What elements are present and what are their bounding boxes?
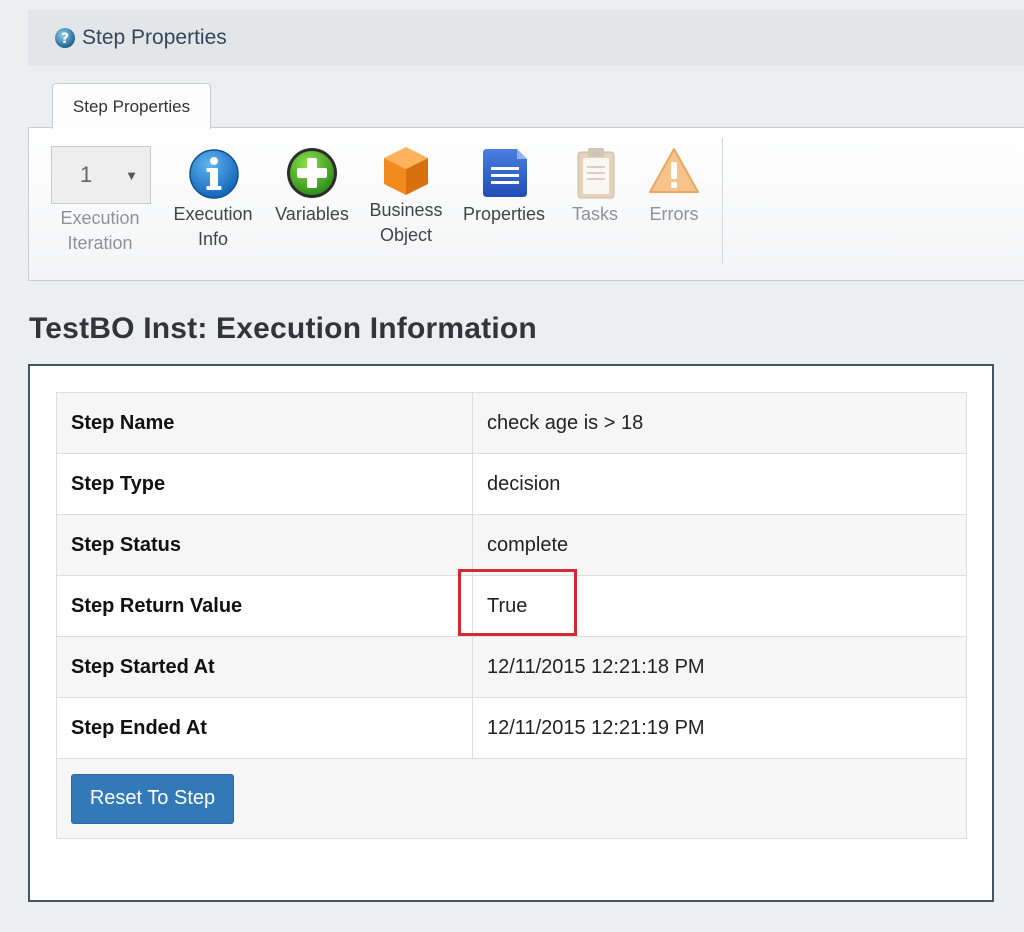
table-row: Step Type decision [56, 453, 967, 515]
table-row: Step Name check age is > 18 [56, 392, 967, 454]
help-globe-icon[interactable]: ? [54, 27, 76, 49]
variables-label: Variables [275, 204, 349, 224]
page-title: TestBO Inst: Execution Information [29, 312, 537, 345]
row-value: check age is > 18 [472, 392, 967, 454]
ribbon-toolbar: 1 ▼ Execution Iteration Execution Info V… [28, 127, 1024, 281]
table-row: Step Return Value True [56, 575, 967, 637]
tab-label: Step Properties [72, 96, 191, 116]
business-object-label: Business Object [369, 200, 443, 245]
row-value: decision [472, 453, 967, 515]
cube-icon [384, 147, 428, 195]
table-row: Step Ended At 12/11/2015 12:21:19 PM [56, 697, 967, 759]
action-row: Reset To Step [56, 758, 967, 839]
info-icon [189, 149, 239, 199]
row-label: Step Status [56, 514, 473, 576]
errors-label: Errors [649, 204, 699, 224]
table-row: Step Started At 12/11/2015 12:21:18 PM [56, 636, 967, 698]
iteration-label: Execution Iteration [60, 208, 140, 253]
action-cell: Reset To Step [56, 758, 967, 839]
row-label: Step Return Value [56, 575, 473, 637]
execution-info-table: Step Name check age is > 18 Step Type de… [56, 392, 967, 839]
row-label: Step Ended At [56, 697, 473, 759]
svg-text:?: ? [61, 31, 69, 47]
row-value: complete [472, 514, 967, 576]
row-label: Step Type [56, 453, 473, 515]
header-bar: ? Step Properties [28, 10, 1024, 66]
clipboard-icon [577, 148, 615, 199]
row-value: 12/11/2015 12:21:18 PM [472, 636, 967, 698]
row-value: True [472, 575, 967, 637]
document-icon [483, 149, 527, 197]
header-title: Step Properties [82, 26, 227, 49]
execution-info-panel: Step Name check age is > 18 Step Type de… [28, 364, 994, 902]
chevron-down-icon: ▼ [125, 167, 138, 183]
table-row: Step Status complete [56, 514, 967, 576]
row-label: Step Started At [56, 636, 473, 698]
tab-step-properties[interactable]: Step Properties [52, 83, 211, 129]
properties-label: Properties [462, 204, 546, 224]
iteration-value: 1 [80, 162, 93, 187]
reset-to-step-button[interactable]: Reset To Step [71, 773, 234, 824]
plus-circle-icon [287, 148, 337, 198]
warning-icon [649, 148, 699, 193]
row-value: 12/11/2015 12:21:19 PM [472, 697, 967, 759]
execution-info-label: Execution Info [173, 204, 253, 249]
row-label: Step Name [56, 392, 473, 454]
iteration-select[interactable]: 1 ▼ [51, 146, 151, 204]
ribbon-separator [722, 138, 723, 264]
